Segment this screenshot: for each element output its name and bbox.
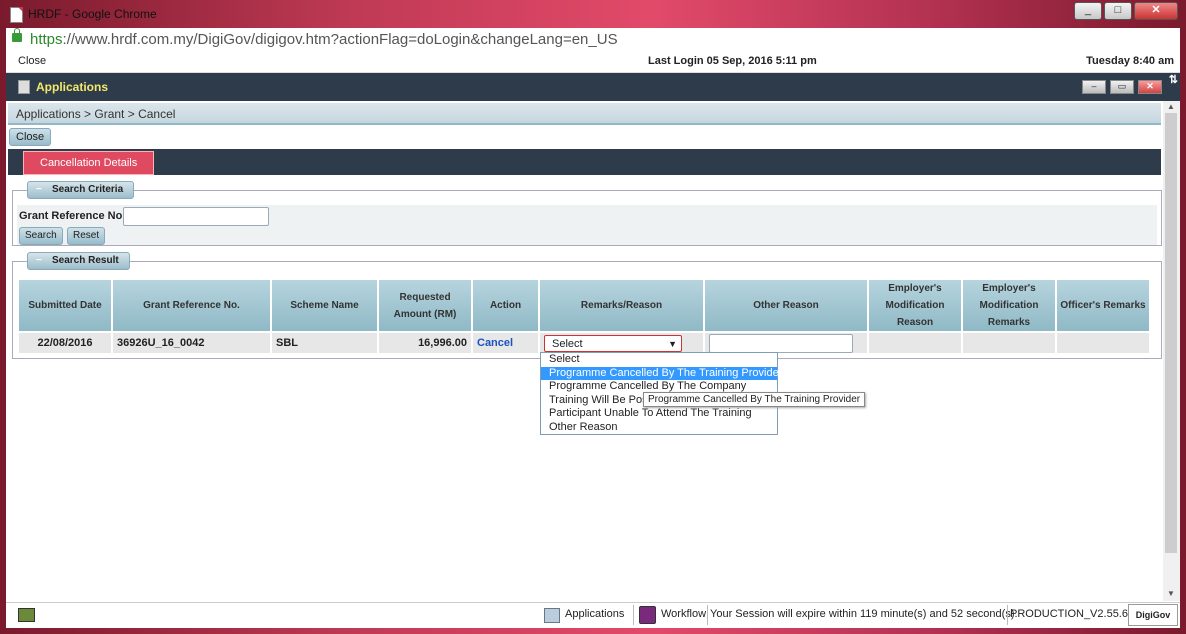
url-text[interactable]: https://www.hrdf.com.my/DigiGov/digigov.… [30,31,618,48]
table-row: 22/08/2016 36926U_16_0042 SBL 16,996.00 … [19,333,1149,353]
breadcrumb-text: Applications > Grant > Cancel [16,107,176,121]
col-grant-ref: Grant Reference No. [113,280,270,331]
browser-window: HRDF - Google Chrome _ □ ✕ https://www.h… [0,0,1186,634]
applications-status-icon[interactable] [544,608,560,623]
search-result-legend[interactable]: Search Result [27,252,130,270]
col-officer-remarks: Officer's Remarks [1057,280,1149,331]
result-table: Submitted Date Grant Reference No. Schem… [17,278,1151,355]
map-icon[interactable] [18,608,35,622]
grant-ref-label: Grant Reference No. [19,210,126,222]
title-bar: HRDF - Google Chrome _ □ ✕ [0,0,1186,28]
sort-arrows-icon[interactable]: ⇅ [1169,73,1178,86]
cell-emp-mod-remarks [963,333,1055,353]
grant-ref-input[interactable] [123,207,269,226]
col-action: Action [473,280,538,331]
vertical-scrollbar[interactable]: ▲ ▼ [1163,101,1180,601]
dropdown-option-highlighted[interactable]: Programme Cancelled By The Training Prov… [541,366,782,380]
scroll-up-icon[interactable]: ▲ [1167,102,1175,111]
breadcrumb: Applications > Grant > Cancel [8,103,1161,125]
dropdown-option[interactable]: Select [541,353,777,367]
col-submitted-date: Submitted Date [19,280,111,331]
other-reason-input[interactable] [709,333,853,353]
status-workflow[interactable]: Workflow [661,608,706,620]
digigov-logo: DigiGov [1128,604,1178,626]
current-time: Tuesday 8:40 am [1086,55,1174,67]
address-bar[interactable]: https://www.hrdf.com.my/DigiGov/digigov.… [6,28,1180,53]
cell-amount: 16,996.00 [379,333,471,353]
col-scheme-name: Scheme Name [272,280,377,331]
tab-bar: Cancellation Details [8,149,1161,175]
col-emp-mod-reason: Employer's Modification Reason [869,280,961,331]
minimize-icon[interactable]: _ [1074,2,1102,20]
cell-submitted-date: 22/08/2016 [19,333,111,353]
search-criteria-row: Grant Reference No. Search Reset [17,205,1157,245]
cell-grant-ref: 36926U_16_0042 [113,333,270,353]
status-applications[interactable]: Applications [565,608,624,620]
close-button[interactable]: Close [9,128,52,146]
main-content: Applications > Grant > Cancel Close Canc… [6,101,1163,601]
scroll-down-icon[interactable]: ▼ [1167,589,1175,598]
panel-close-icon[interactable]: ✕ [1138,80,1162,94]
window-title: HRDF - Google Chrome [28,7,157,21]
col-remarks-reason: Remarks/Reason [540,280,703,331]
cancel-link[interactable]: Cancel [477,337,513,349]
close-window-icon[interactable]: ✕ [1134,2,1178,20]
search-criteria-panel: Search Criteria Grant Reference No. Sear… [12,181,1162,246]
dropdown-option[interactable]: Other Reason [541,421,777,435]
remarks-select[interactable]: Select ▼ [544,334,682,353]
col-emp-mod-remarks: Employer's Modification Remarks [963,280,1055,331]
option-tooltip: Programme Cancelled By The Training Prov… [643,392,866,407]
last-login: Last Login 05 Sep, 2016 5:11 pm [648,55,817,67]
cell-scheme: SBL [272,333,377,353]
panel-minimize-icon[interactable]: – [1082,80,1106,94]
cell-remarks: Select ▼ [540,333,703,353]
cell-emp-mod-reason [869,333,961,353]
lock-icon [12,28,22,42]
scroll-thumb[interactable] [1165,113,1177,553]
page-icon [10,7,23,23]
cell-action: Cancel [473,333,538,353]
session-timer: Your Session will expire within 119 minu… [710,608,1018,620]
table-header-row: Submitted Date Grant Reference No. Schem… [19,280,1149,331]
app-title: Applications [36,80,109,94]
page: Close Last Login 05 Sep, 2016 5:11 pm Tu… [6,52,1180,628]
search-criteria-legend[interactable]: Search Criteria [27,181,135,199]
search-result-panel: Search Result Submitted Date Grant Refer… [12,252,1162,359]
workflow-icon[interactable] [639,606,656,624]
col-other-reason: Other Reason [705,280,867,331]
col-requested-amount: Requested Amount (RM) [379,280,471,331]
status-bar: Applications Workflow Your Session will … [6,602,1180,627]
top-info-bar: Close Last Login 05 Sep, 2016 5:11 pm Tu… [6,52,1180,73]
search-button[interactable]: Search [19,227,63,245]
version-label: PRODUCTION_V2.55.6 [1010,608,1128,620]
app-header: Applications – ▭ ✕ ⇅ [6,73,1180,101]
maximize-icon[interactable]: □ [1104,2,1132,20]
cell-other-reason [705,333,867,353]
dropdown-arrow-icon[interactable]: ▼ [668,336,677,353]
reset-button[interactable]: Reset [67,227,106,245]
tab-cancellation-details[interactable]: Cancellation Details [23,151,155,175]
dropdown-option[interactable]: Participant Unable To Attend The Trainin… [541,407,777,421]
cell-officer-remarks [1057,333,1149,353]
applications-icon [18,80,30,94]
panel-maximize-icon[interactable]: ▭ [1110,80,1134,94]
remarks-selected-value: Select [552,337,583,350]
top-close-link[interactable]: Close [18,55,46,67]
